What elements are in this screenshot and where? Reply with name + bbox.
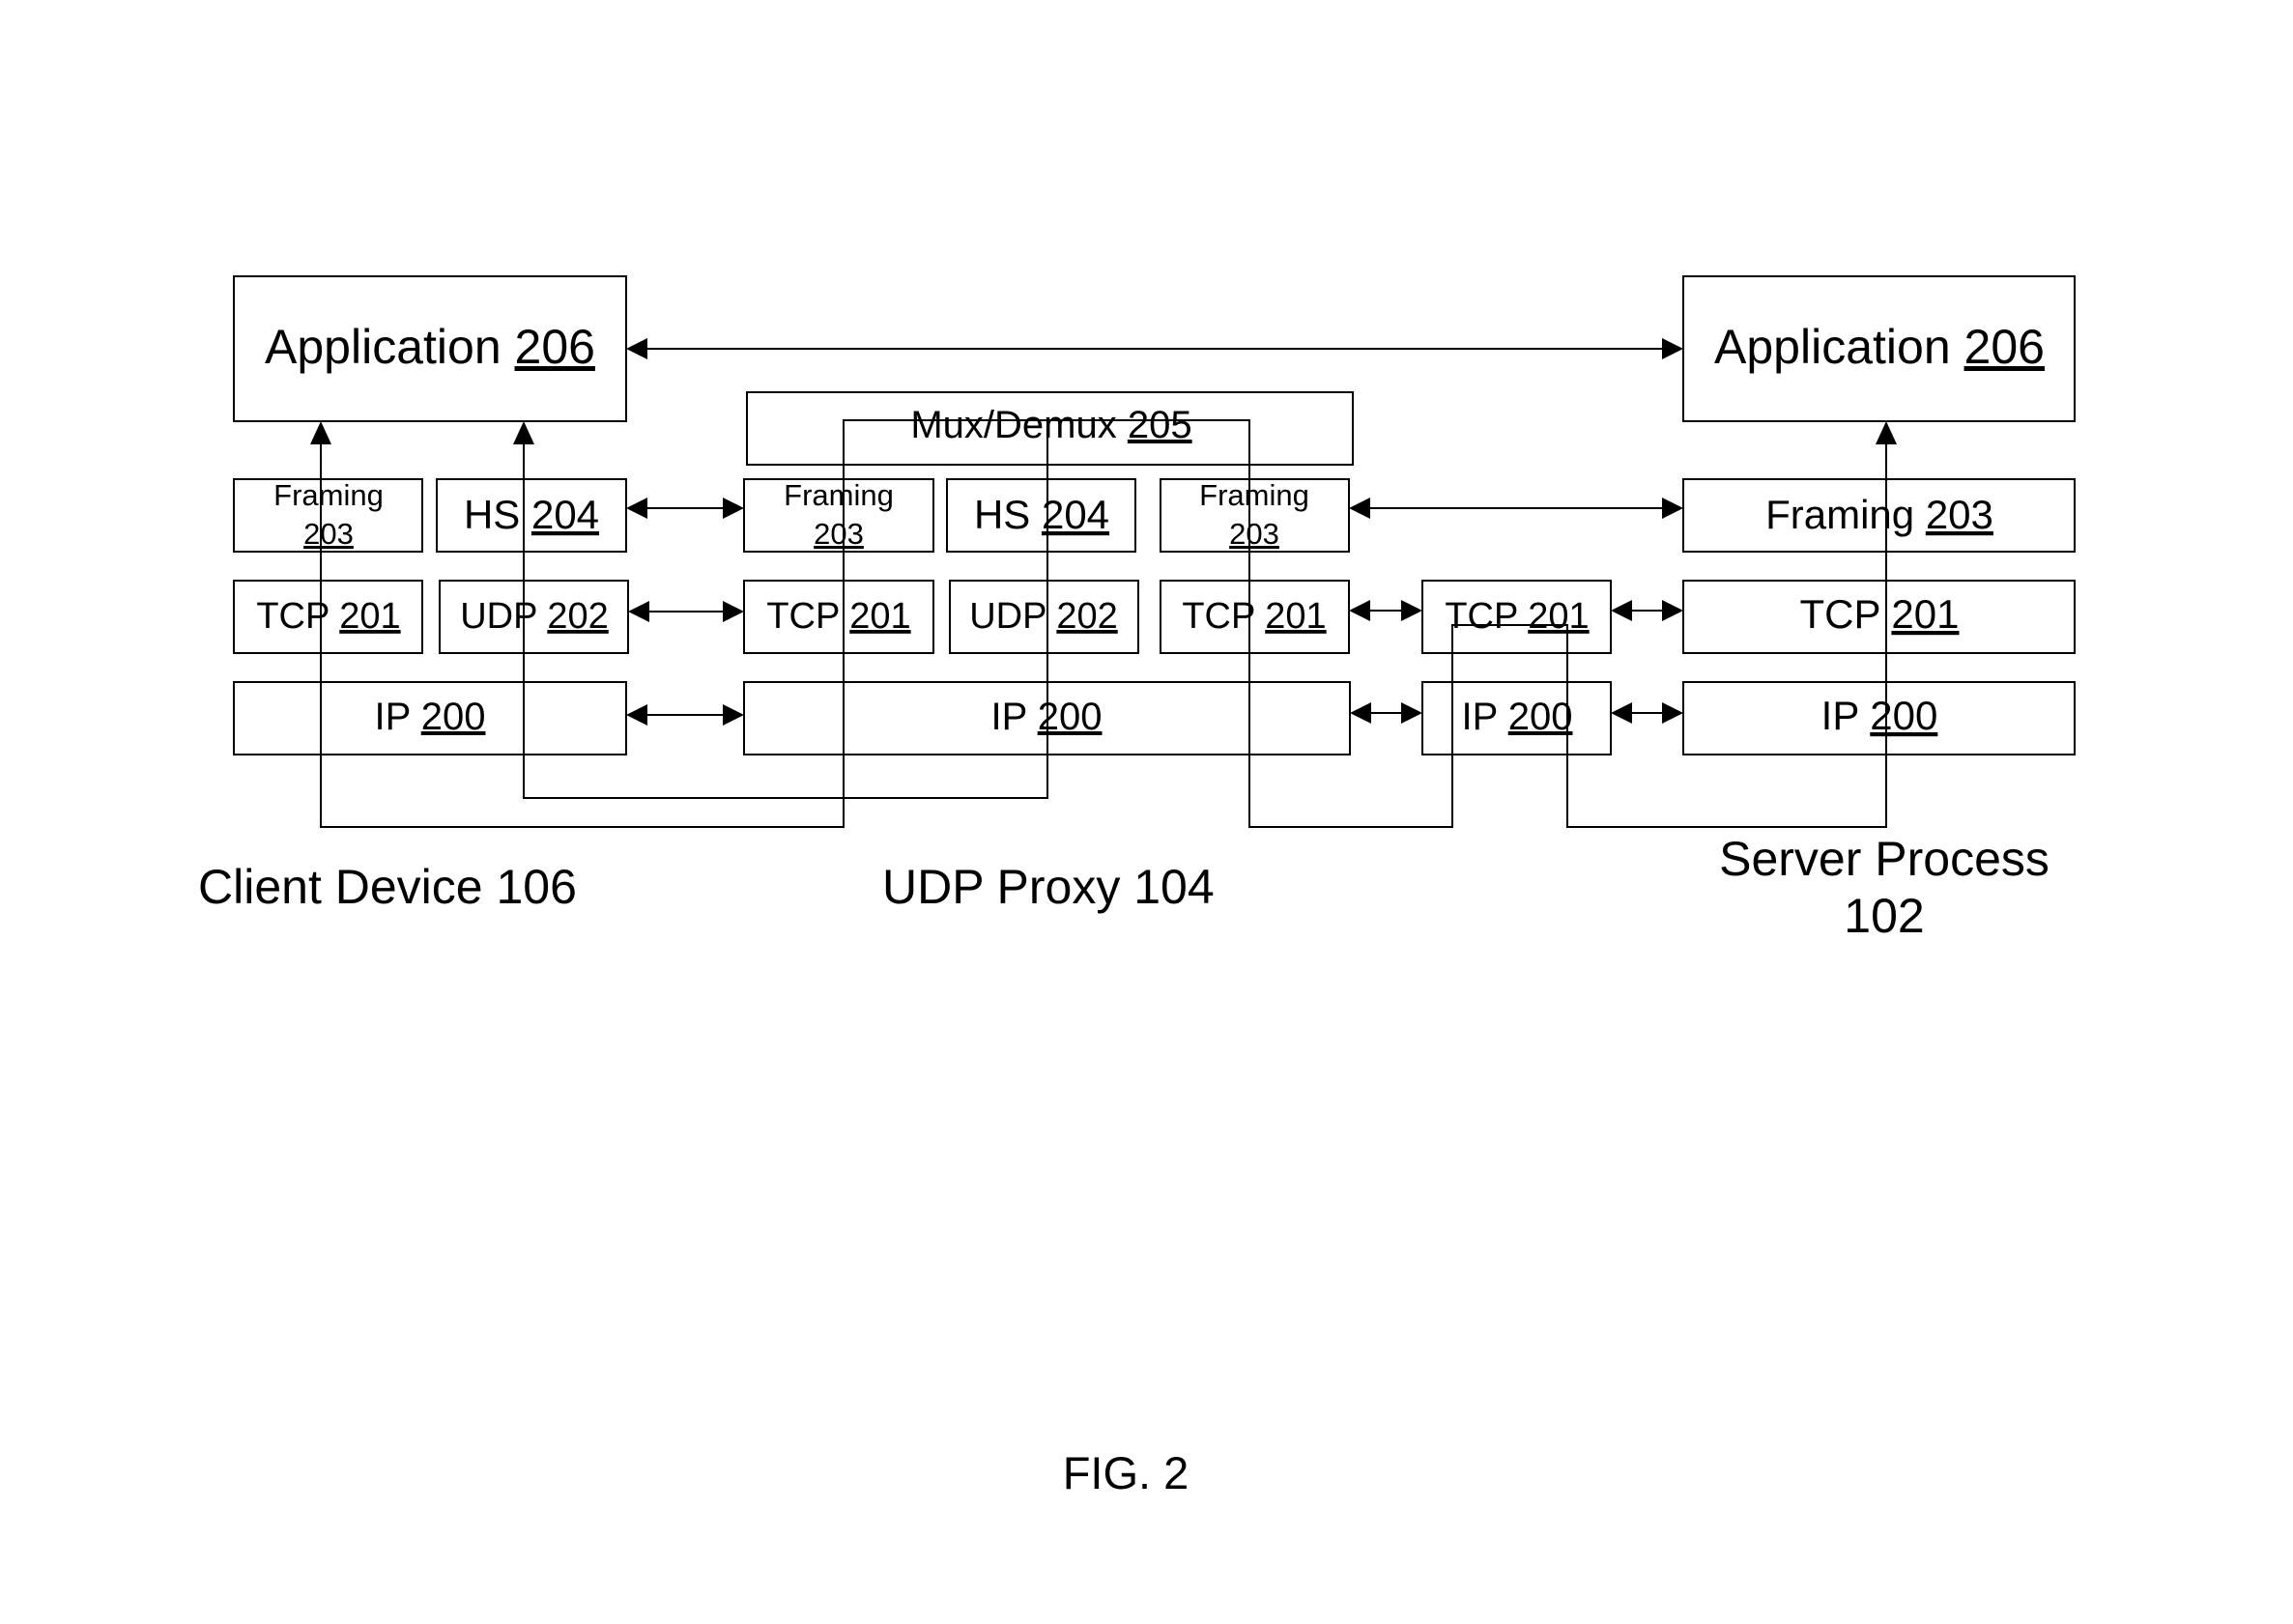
hs-framing-connector-right-arrow-icon	[723, 498, 744, 519]
arrow-up-server-app-icon	[1876, 421, 1897, 444]
client-ip-label: IP 200	[375, 696, 486, 738]
proxy-muxdemux-label: Mux/Demux 205	[910, 404, 1191, 446]
client-application-label: Application 206	[265, 320, 595, 374]
server-tcp-label: TCP 201	[1800, 591, 1960, 637]
framing-framing-connector-right-arrow-icon	[1662, 498, 1683, 519]
server-ip-label: IP 200	[1821, 693, 1938, 738]
arrow-up-client-app-2-icon	[513, 421, 534, 444]
udp-proxy-group-label: UDP Proxy 104	[882, 860, 1215, 914]
server-process-group-label: Server Process	[1719, 832, 2049, 886]
server-framing-label: Framing 203	[1765, 492, 1993, 537]
server-process-group-ref: 102	[1844, 889, 1924, 943]
udp-tcp-connector-left-arrow-icon	[628, 601, 649, 622]
proxy-udp-label: UDP 202	[969, 596, 1118, 637]
ip-proxy-intermediate-connector-right-arrow-icon	[1401, 702, 1422, 724]
proxy-tcp-intermediate-connector-left-arrow-icon	[1349, 600, 1370, 621]
client-tcp-label: TCP 201	[256, 596, 400, 637]
client-framing-ref: 203	[303, 517, 354, 551]
hs-framing-connector-left-arrow-icon	[626, 498, 647, 519]
app-connector-right-arrow-icon	[1662, 338, 1683, 359]
proxy-framing-a-ref: 203	[814, 517, 864, 551]
proxy-tcp-b-label: TCP 201	[1182, 596, 1326, 637]
figure-caption: FIG. 2	[1063, 1447, 1189, 1498]
ip-client-proxy-connector-left-arrow-icon	[626, 704, 647, 726]
intermediate-tcp-label: TCP 201	[1445, 596, 1589, 637]
ip-client-proxy-connector-right-arrow-icon	[723, 704, 744, 726]
intermediate-ip-label: IP 200	[1462, 696, 1573, 738]
proxy-framing-b-label: Framing	[1199, 478, 1309, 512]
protocol-stack-diagram: Application 206 Framing 203 HS 204 TCP 2…	[198, 275, 2076, 1498]
proxy-framing-a-label: Framing	[784, 478, 894, 512]
proxy-tcp-intermediate-connector-right-arrow-icon	[1401, 600, 1422, 621]
proxy-hs-label: HS 204	[974, 492, 1109, 537]
ip-intermediate-server-connector-left-arrow-icon	[1611, 702, 1632, 724]
framing-framing-connector-left-arrow-icon	[1349, 498, 1370, 519]
server-process-stack: Application 206 Framing 203 TCP 201 IP 2…	[1682, 275, 2076, 755]
intermediate-tcp-server-connector-left-arrow-icon	[1611, 600, 1632, 621]
intermediate-tcp-server-connector-right-arrow-icon	[1662, 600, 1683, 621]
udp-tcp-connector-right-arrow-icon	[723, 601, 744, 622]
proxy-tcp-a-label: TCP 201	[766, 596, 910, 637]
ip-intermediate-server-connector-right-arrow-icon	[1662, 702, 1683, 724]
client-hs-label: HS 204	[464, 492, 599, 537]
client-udp-label: UDP 202	[460, 596, 609, 637]
client-device-stack: Application 206 Framing 203 HS 204 TCP 2…	[233, 275, 629, 755]
proxy-framing-b-ref: 203	[1229, 517, 1279, 551]
client-framing-label: Framing	[273, 478, 384, 512]
server-application-label: Application 206	[1714, 320, 2045, 374]
app-connector-left-arrow-icon	[626, 338, 647, 359]
ip-proxy-intermediate-connector-left-arrow-icon	[1350, 702, 1371, 724]
arrow-up-client-app-1-icon	[310, 421, 331, 444]
client-device-group-label: Client Device 106	[198, 860, 577, 914]
